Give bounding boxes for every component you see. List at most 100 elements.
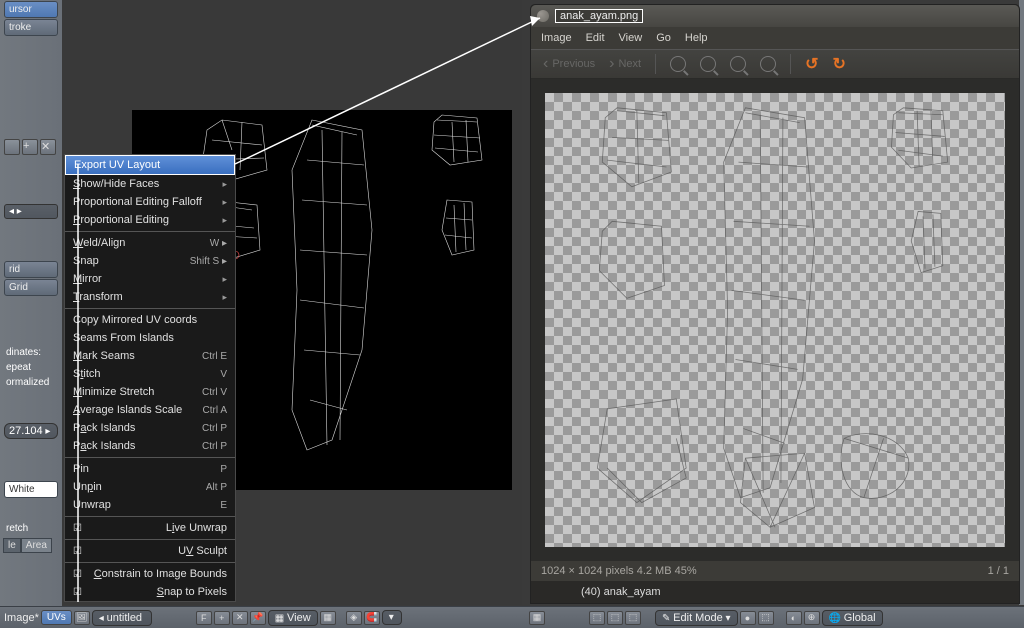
menu-item-unpin[interactable]: UnpinAlt P bbox=[65, 478, 235, 496]
cursor-option[interactable]: ursor bbox=[4, 1, 58, 18]
menu-item-copy-mirrored-uv-coords[interactable]: Copy Mirrored UV coords bbox=[65, 311, 235, 329]
zoom-100-icon bbox=[730, 56, 746, 72]
menu-view[interactable]: View bbox=[619, 32, 643, 44]
uvs-menu-button[interactable]: UVs bbox=[41, 610, 72, 625]
menu-item-show-hide-faces[interactable]: Show/Hide Faces▸ bbox=[65, 175, 235, 193]
menu-item-mirror[interactable]: Mirror▸ bbox=[65, 270, 235, 288]
menu-item-unwrap[interactable]: UnwrapE bbox=[65, 496, 235, 514]
orientation-dropdown[interactable]: 🌐 Global bbox=[822, 610, 883, 626]
mode-icon[interactable]: ⬚ bbox=[589, 611, 605, 625]
panel-icon[interactable]: + bbox=[22, 139, 38, 155]
menu-item-live-unwrap[interactable]: Live Unwrap bbox=[65, 519, 235, 537]
menu-go[interactable]: Go bbox=[656, 32, 671, 44]
dropdown[interactable]: ◂ ▸ bbox=[4, 204, 58, 219]
zoom-100-button[interactable] bbox=[726, 54, 750, 74]
pin-icon[interactable]: 📌 bbox=[250, 611, 266, 625]
rotate-right-button[interactable]: ↻ bbox=[828, 52, 849, 76]
repeat-label: epeat bbox=[6, 362, 56, 373]
zoom-out-button[interactable] bbox=[696, 54, 720, 74]
zoom-in-button[interactable] bbox=[666, 54, 690, 74]
normalized-label: ormalized bbox=[6, 377, 56, 388]
thumbnail-label: (40) anak_ayam bbox=[581, 586, 661, 598]
image-name-field[interactable]: ◂ untitled bbox=[92, 610, 152, 626]
coord-field[interactable]: 27.104 ▸ bbox=[4, 423, 58, 439]
separator bbox=[655, 54, 656, 74]
viewer-footer: (40) anak_ayam bbox=[531, 581, 1019, 603]
menu-edit[interactable]: Edit bbox=[586, 32, 605, 44]
menu-image[interactable]: Image bbox=[541, 32, 572, 44]
panel-icon[interactable] bbox=[4, 139, 20, 155]
channel-icon[interactable]: ▦ bbox=[320, 611, 336, 625]
uvs-menu-popup: Export UV LayoutShow/Hide Faces▸Proporti… bbox=[64, 154, 236, 602]
grid-option[interactable]: Grid bbox=[4, 279, 58, 296]
window-title: anak_ayam.png bbox=[555, 9, 643, 23]
menu-item-uv-sculpt[interactable]: UV Sculpt bbox=[65, 542, 235, 560]
separator bbox=[790, 54, 791, 74]
menu-item-proportional-editing-falloff[interactable]: Proportional Editing Falloff▸ bbox=[65, 193, 235, 211]
area-tab[interactable]: Area bbox=[21, 538, 52, 553]
angle-tab[interactable]: le bbox=[3, 538, 21, 553]
snap-dropdown[interactable]: ▾ bbox=[382, 610, 402, 625]
zoom-out-icon bbox=[700, 56, 716, 72]
menu-item-snap-to-pixels[interactable]: Snap to Pixels bbox=[65, 583, 235, 601]
previous-label: Previous bbox=[552, 58, 595, 70]
uv-editor-header: Image* UVs 🖼 ◂ untitled F + ✕ 📌 ▦ View ▦… bbox=[0, 606, 525, 628]
viewer-statusbar: 1024 × 1024 pixels 4.2 MB 45% 1 / 1 bbox=[531, 561, 1019, 581]
menu-item-pack-islands[interactable]: Pack IslandsCtrl P bbox=[65, 437, 235, 455]
menu-item-constrain-to-image-bounds[interactable]: Constrain to Image Bounds bbox=[65, 565, 235, 583]
toolbar-icon[interactable]: ✕ bbox=[232, 611, 248, 625]
chevron-left-icon: ‹ bbox=[543, 55, 548, 73]
image-info: 1024 × 1024 pixels 4.2 MB 45% bbox=[541, 565, 697, 577]
stroke-option[interactable]: troke bbox=[4, 19, 58, 36]
menu-item-weld-align[interactable]: Weld/AlignW ▸ bbox=[65, 234, 235, 252]
toolbar-icon[interactable]: + bbox=[214, 611, 230, 625]
uv-select-icon[interactable]: ◈ bbox=[346, 611, 362, 625]
next-label: Next bbox=[618, 58, 641, 70]
menu-item-seams-from-islands[interactable]: Seams From Islands bbox=[65, 329, 235, 347]
image-count: 1 / 1 bbox=[988, 565, 1009, 577]
menu-help[interactable]: Help bbox=[685, 32, 708, 44]
white-swatch[interactable]: White bbox=[4, 481, 58, 498]
snap-icon[interactable]: 🧲 bbox=[364, 611, 380, 625]
image-menu[interactable]: Image* bbox=[4, 612, 39, 624]
zoom-fit-icon bbox=[760, 56, 776, 72]
grid-option[interactable]: rid bbox=[4, 261, 58, 278]
3dview-header: ▦ ⬚ ⬚ ⬚ ✎ Edit Mode ▾ ● ⬚ ◐ ⊕ 🌐 Global bbox=[525, 606, 1024, 628]
menu-item-pin[interactable]: PinP bbox=[65, 460, 235, 478]
menu-item-transform[interactable]: Transform▸ bbox=[65, 288, 235, 306]
rotate-left-icon: ↺ bbox=[805, 54, 818, 74]
editor-type-icon[interactable]: ▦ bbox=[529, 611, 545, 625]
close-icon[interactable] bbox=[537, 10, 549, 22]
chevron-right-icon: › bbox=[609, 55, 614, 73]
shading-icon[interactable]: ◐ bbox=[786, 611, 802, 625]
zoom-fit-button[interactable] bbox=[756, 54, 780, 74]
menu-item-export-uv-layout[interactable]: Export UV Layout bbox=[65, 155, 235, 175]
mode-icon[interactable]: ⬚ bbox=[625, 611, 641, 625]
menu-item-proportional-editing[interactable]: Proportional Editing▸ bbox=[65, 211, 235, 229]
display-icon[interactable]: ● bbox=[740, 611, 756, 625]
toolbar-icon[interactable]: F bbox=[196, 611, 212, 625]
image-viewer-window: anak_ayam.png Image Edit View Go Help ‹ … bbox=[530, 4, 1020, 604]
menu-item-pack-islands[interactable]: Pack IslandsCtrl P bbox=[65, 419, 235, 437]
menu-item-snap[interactable]: SnapShift S ▸ bbox=[65, 252, 235, 270]
previous-button[interactable]: ‹ Previous bbox=[539, 53, 599, 75]
viewer-titlebar[interactable]: anak_ayam.png bbox=[531, 5, 1019, 27]
rotate-right-icon: ↻ bbox=[832, 54, 845, 74]
rotate-left-button[interactable]: ↺ bbox=[801, 52, 822, 76]
next-button[interactable]: › Next bbox=[605, 53, 645, 75]
coordinates-label: dinates: bbox=[6, 347, 56, 358]
mode-dropdown[interactable]: ✎ Edit Mode ▾ bbox=[655, 610, 738, 626]
panel-icon[interactable]: ✕ bbox=[40, 139, 56, 155]
menu-item-minimize-stretch[interactable]: Minimize StretchCtrl V bbox=[65, 383, 235, 401]
image-browse-icon[interactable]: 🖼 bbox=[74, 611, 90, 625]
menu-item-average-islands-scale[interactable]: Average Islands ScaleCtrl A bbox=[65, 401, 235, 419]
viewer-body[interactable] bbox=[531, 79, 1019, 561]
mode-icon[interactable]: ⬚ bbox=[607, 611, 623, 625]
pivot-icon[interactable]: ⊕ bbox=[804, 611, 820, 625]
view-dropdown[interactable]: ▦ View bbox=[268, 610, 318, 626]
image-canvas bbox=[545, 93, 1005, 547]
display-icon[interactable]: ⬚ bbox=[758, 611, 774, 625]
viewer-toolbar: ‹ Previous › Next ↺ ↻ bbox=[531, 49, 1019, 79]
menu-item-mark-seams[interactable]: Mark SeamsCtrl E bbox=[65, 347, 235, 365]
menu-item-stitch[interactable]: StitchV bbox=[65, 365, 235, 383]
